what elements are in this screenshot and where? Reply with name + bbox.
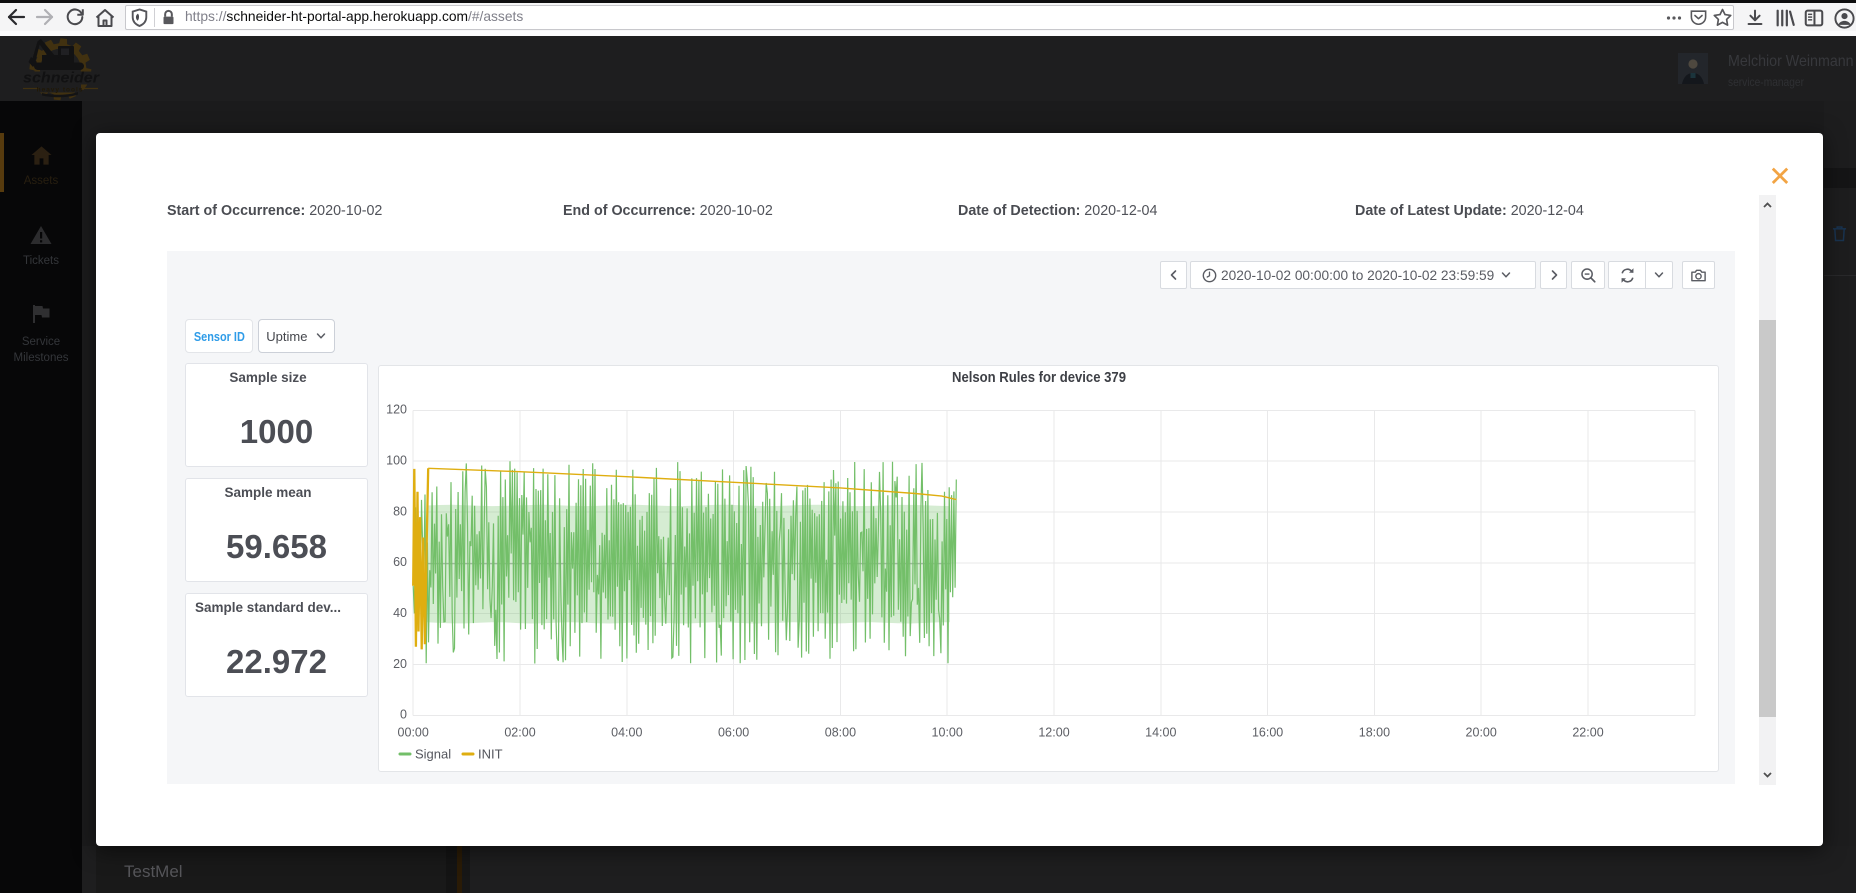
svg-text:22:00: 22:00 <box>1572 725 1603 739</box>
svg-text:heavy tools: heavy tools <box>37 87 84 94</box>
svg-text:0: 0 <box>400 708 407 722</box>
svg-text:20: 20 <box>393 657 407 671</box>
svg-text:Nelson Rules for device 379: Nelson Rules for device 379 <box>952 369 1126 386</box>
svg-text:100: 100 <box>386 453 407 467</box>
svg-text:40: 40 <box>393 606 407 620</box>
svg-text:08:00: 08:00 <box>825 725 856 739</box>
svg-text:20:00: 20:00 <box>1466 725 1497 739</box>
svg-text:06:00: 06:00 <box>718 725 749 739</box>
svg-text:10:00: 10:00 <box>932 725 963 739</box>
svg-text:12:00: 12:00 <box>1038 725 1069 739</box>
svg-text:80: 80 <box>393 504 407 518</box>
svg-text:60: 60 <box>393 555 407 569</box>
svg-text:Signal: Signal <box>415 747 451 762</box>
svg-text:18:00: 18:00 <box>1359 725 1390 739</box>
svg-text:04:00: 04:00 <box>611 725 642 739</box>
svg-text:14:00: 14:00 <box>1145 725 1176 739</box>
svg-text:INIT: INIT <box>478 747 503 762</box>
svg-text:00:00: 00:00 <box>398 725 429 739</box>
svg-text:120: 120 <box>386 403 407 417</box>
svg-text:02:00: 02:00 <box>504 725 535 739</box>
svg-text:16:00: 16:00 <box>1252 725 1283 739</box>
